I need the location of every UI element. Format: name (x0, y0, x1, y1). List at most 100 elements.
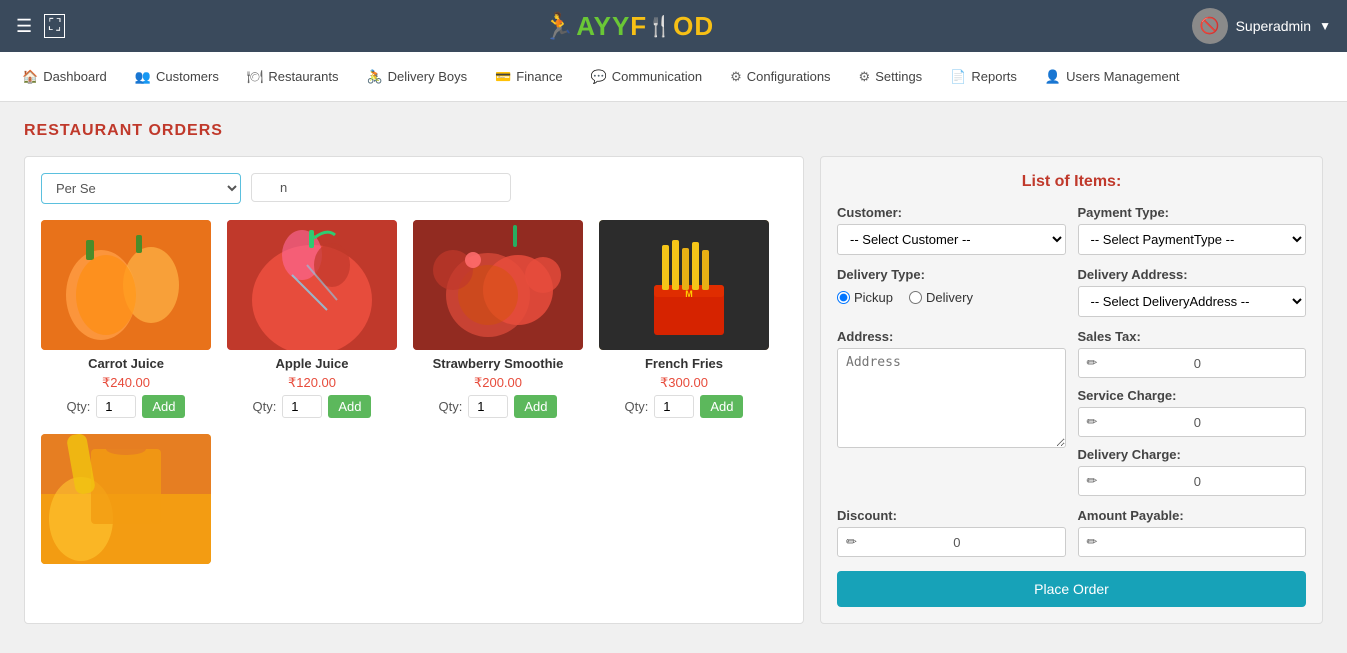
qty-input-carrot-juice[interactable] (96, 395, 136, 418)
product-image-carrot-juice (41, 220, 211, 350)
qty-label-carrot-juice: Qty: (67, 399, 91, 414)
service-charge-edit-icon: ✏ (1087, 414, 1190, 430)
customer-group: Customer: -- Select Customer -- (837, 205, 1066, 255)
main-content: RESTAURANT ORDERS Per Se (0, 102, 1347, 644)
delivery-charge-edit-icon: ✏ (1087, 473, 1190, 489)
sidebar-item-settings[interactable]: ⚙ Settings (847, 63, 935, 91)
svg-text:M: M (685, 289, 693, 299)
product-qty-row-french-fries: Qty: Add (599, 395, 769, 418)
restaurant-select[interactable]: Per Se (41, 173, 241, 204)
place-order-section: Place Order (837, 571, 1306, 607)
delivery-charge-input-wrapper: ✏ 0 (1078, 466, 1307, 496)
sidebar-item-customers[interactable]: 👥 Customers (123, 63, 231, 91)
nav-label-communication: Communication (612, 69, 702, 84)
product-image-orange-juice (41, 434, 211, 564)
page-title: RESTAURANT ORDERS (24, 122, 1323, 140)
product-qty-row-strawberry-smoothie: Qty: Add (413, 395, 583, 418)
nav-label-reports: Reports (971, 69, 1017, 84)
nav-label-customers: Customers (156, 69, 219, 84)
products-toolbar: Per Se (41, 173, 787, 204)
search-wrapper (251, 173, 511, 204)
expand-icon[interactable]: ⛶ (44, 14, 65, 38)
sidebar-item-configurations[interactable]: ⚙ Configurations (718, 63, 842, 91)
nav-label-restaurants: Restaurants (268, 69, 338, 84)
sidebar-item-users-management[interactable]: 👤 Users Management (1033, 63, 1192, 91)
product-grid: Carrot Juice ₹240.00 Qty: Add (41, 220, 787, 564)
amount-payable-label: Amount Payable: (1078, 508, 1307, 523)
delivery-boys-icon: 🚴 (366, 69, 382, 85)
service-charge-label: Service Charge: (1078, 388, 1307, 403)
add-button-apple-juice[interactable]: Add (328, 395, 371, 418)
nav-label-configurations: Configurations (747, 69, 831, 84)
sidebar-item-delivery-boys[interactable]: 🚴 Delivery Boys (354, 63, 479, 91)
header-left: ☰ ⛶ (16, 14, 65, 38)
delivery-type-label: Delivery Type: (837, 267, 1066, 282)
delivery-radio[interactable] (909, 291, 922, 304)
amount-payable-group: Amount Payable: ✏ (1078, 508, 1307, 557)
customer-label: Customer: (837, 205, 1066, 220)
add-button-french-fries[interactable]: Add (700, 395, 743, 418)
customer-select[interactable]: -- Select Customer -- (837, 224, 1066, 255)
product-image-apple-juice (227, 220, 397, 350)
delivery-radio-label[interactable]: Delivery (909, 290, 973, 305)
payment-type-label: Payment Type: (1078, 205, 1307, 220)
sidebar-item-communication[interactable]: 💬 Communication (579, 63, 715, 91)
qty-input-apple-juice[interactable] (282, 395, 322, 418)
qty-label-strawberry-smoothie: Qty: (439, 399, 463, 414)
communication-icon: 💬 (591, 69, 607, 85)
users-mgmt-icon: 👤 (1045, 69, 1061, 85)
service-charge-group: Service Charge: ✏ 0 (1078, 388, 1307, 437)
product-card-strawberry-smoothie: Strawberry Smoothie ₹200.00 Qty: Add (413, 220, 583, 418)
service-charge-input-wrapper: ✏ 0 (1078, 407, 1307, 437)
delivery-address-select[interactable]: -- Select DeliveryAddress -- (1078, 286, 1307, 317)
add-button-strawberry-smoothie[interactable]: Add (514, 395, 557, 418)
search-input[interactable] (251, 173, 511, 202)
logo-ayy: AYY (576, 11, 630, 42)
qty-input-french-fries[interactable] (654, 395, 694, 418)
product-qty-row-carrot-juice: Qty: Add (41, 395, 211, 418)
product-price-strawberry-smoothie: ₹200.00 (413, 375, 583, 391)
address-textarea[interactable] (837, 348, 1066, 448)
order-panel-title: List of Items: (837, 173, 1306, 191)
pickup-radio-label[interactable]: Pickup (837, 290, 893, 305)
payment-type-group: Payment Type: -- Select PaymentType -- (1078, 205, 1307, 255)
configurations-icon: ⚙ (730, 69, 742, 85)
delivery-charge-value[interactable]: 0 (1194, 474, 1297, 489)
sidebar-item-restaurants[interactable]: 🍽 Restaurants (235, 63, 351, 91)
product-name-carrot-juice: Carrot Juice (41, 356, 211, 371)
delivery-label: Delivery (926, 290, 973, 305)
delivery-type-radio-group: Pickup Delivery (837, 290, 1066, 305)
navbar: 🏠 Dashboard 👥 Customers 🍽 Restaurants 🚴 … (0, 52, 1347, 102)
product-qty-row-apple-juice: Qty: Add (227, 395, 397, 418)
nav-label-finance: Finance (516, 69, 562, 84)
order-panel: List of Items: Customer: -- Select Custo… (820, 156, 1323, 624)
sidebar-item-finance[interactable]: 💳 Finance (483, 63, 574, 91)
sidebar-item-reports[interactable]: 📄 Reports (938, 63, 1029, 91)
discount-value[interactable]: 0 (953, 535, 1056, 550)
add-button-carrot-juice[interactable]: Add (142, 395, 185, 418)
qty-input-strawberry-smoothie[interactable] (468, 395, 508, 418)
logo-fork: 🍴 (647, 14, 673, 39)
service-charge-value[interactable]: 0 (1194, 415, 1297, 430)
product-image-french-fries: M (599, 220, 769, 350)
sales-tax-group: Sales Tax: ✏ 0 (1078, 329, 1307, 378)
discount-group: Discount: ✏ 0 (837, 508, 1066, 557)
header-right: 🚫 Superadmin ▼ (1192, 8, 1331, 44)
restaurants-icon: 🍽 (247, 69, 264, 85)
delivery-address-label: Delivery Address: (1078, 267, 1307, 282)
pickup-radio[interactable] (837, 291, 850, 304)
payment-type-select[interactable]: -- Select PaymentType -- (1078, 224, 1307, 255)
sales-tax-value[interactable]: 0 (1194, 356, 1297, 371)
user-dropdown-chevron[interactable]: ▼ (1319, 19, 1331, 33)
amount-payable-edit-icon: ✏ (1087, 534, 1190, 550)
hamburger-icon[interactable]: ☰ (16, 16, 32, 37)
sales-tax-input-wrapper: ✏ 0 (1078, 348, 1307, 378)
product-card-carrot-juice: Carrot Juice ₹240.00 Qty: Add (41, 220, 211, 418)
product-name-apple-juice: Apple Juice (227, 356, 397, 371)
delivery-type-group: Delivery Type: Pickup Delivery (837, 267, 1066, 317)
content-area: Per Se (24, 156, 1323, 624)
sidebar-item-dashboard[interactable]: 🏠 Dashboard (10, 63, 119, 91)
place-order-button[interactable]: Place Order (837, 571, 1306, 607)
product-card-french-fries: M French Fries ₹300.00 Qty: (599, 220, 769, 418)
order-form-grid: Customer: -- Select Customer -- Payment … (837, 205, 1306, 557)
